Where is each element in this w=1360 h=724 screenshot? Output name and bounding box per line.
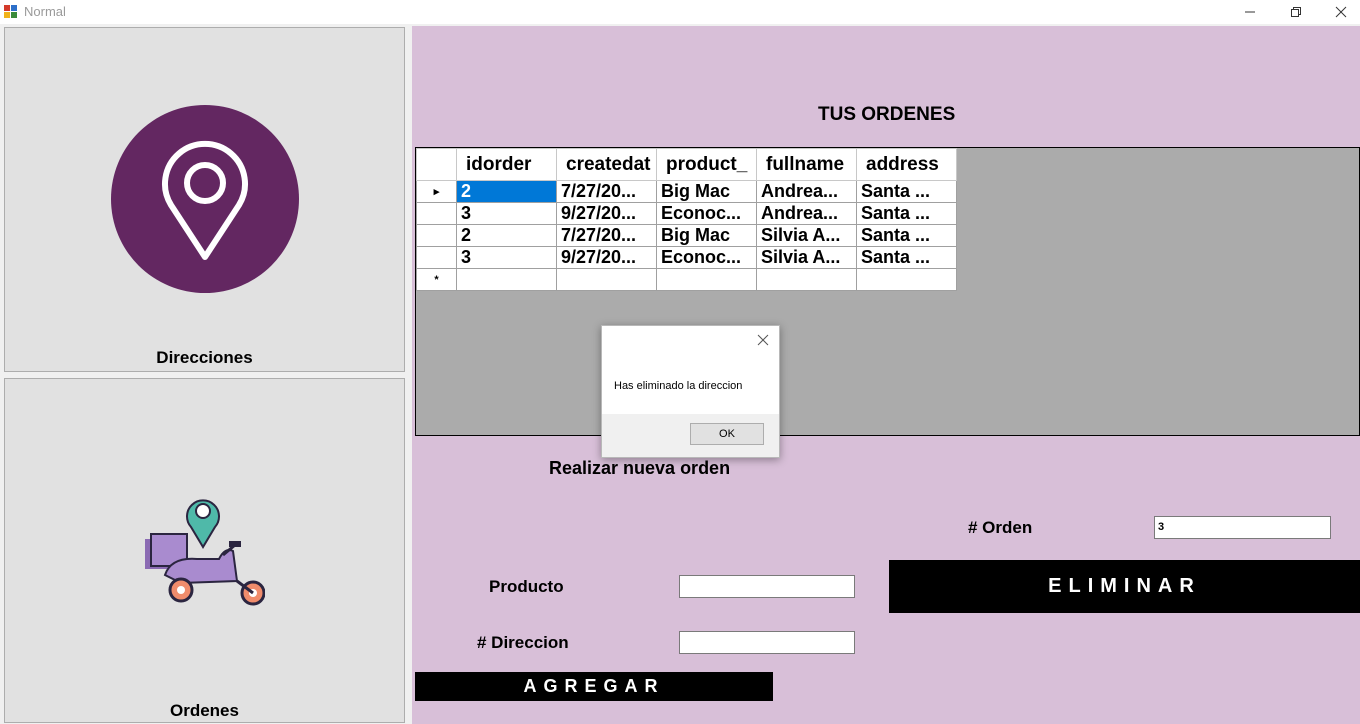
table-cell[interactable]: Andrea... xyxy=(756,202,857,225)
window-title: Normal xyxy=(24,4,66,19)
table-row[interactable]: 3 9/27/20... Econoc... Silvia A... Santa… xyxy=(416,246,957,269)
table-row[interactable]: 3 9/27/20... Econoc... Andrea... Santa .… xyxy=(416,202,957,225)
direcciones-button[interactable]: Direcciones xyxy=(4,27,405,372)
orders-grid[interactable]: idorder createdat product_ fullname addr… xyxy=(415,147,1360,436)
table-cell[interactable]: Santa ... xyxy=(856,180,957,203)
direccion-label: # Direccion xyxy=(477,633,569,652)
table-cell[interactable]: Econoc... xyxy=(656,246,757,269)
row-marker[interactable] xyxy=(416,202,457,225)
table-cell[interactable] xyxy=(656,268,757,291)
row-marker[interactable] xyxy=(416,246,457,269)
table-cell[interactable]: 2 xyxy=(456,180,557,203)
page-title: TUS ORDENES xyxy=(818,104,956,125)
producto-input[interactable] xyxy=(679,575,855,598)
table-cell[interactable]: Big Mac xyxy=(656,180,757,203)
column-header[interactable]: fullname xyxy=(756,148,857,181)
table-cell[interactable]: Santa ... xyxy=(856,246,957,269)
delivery-scooter-icon xyxy=(145,499,265,606)
minimize-icon xyxy=(1245,11,1255,13)
table-cell[interactable]: 7/27/20... xyxy=(556,180,657,203)
table-cell[interactable]: Santa ... xyxy=(856,224,957,247)
table-cell[interactable]: Santa ... xyxy=(856,202,957,225)
direccion-input[interactable] xyxy=(679,631,855,654)
orden-label: # Orden xyxy=(968,518,1033,537)
column-header[interactable]: idorder xyxy=(456,148,557,181)
new-row[interactable]: * xyxy=(416,268,957,291)
column-header[interactable]: createdat xyxy=(556,148,657,181)
minimize-button[interactable] xyxy=(1227,0,1273,24)
ordenes-button[interactable]: Ordenes xyxy=(4,378,405,723)
orden-input[interactable]: 3 xyxy=(1154,516,1331,539)
close-button[interactable] xyxy=(1318,0,1360,24)
dialog-footer: OK xyxy=(602,414,779,457)
close-icon[interactable] xyxy=(757,334,769,346)
table-row[interactable]: ▸ 2 7/27/20... Big Mac Andrea... Santa .… xyxy=(416,180,957,203)
app-icon xyxy=(4,5,17,18)
close-icon xyxy=(1335,6,1347,18)
table-cell[interactable] xyxy=(456,268,557,291)
ok-button[interactable]: OK xyxy=(690,423,764,445)
table-cell[interactable]: 9/27/20... xyxy=(556,246,657,269)
new-row-marker[interactable]: * xyxy=(416,268,457,291)
restore-icon xyxy=(1291,7,1301,17)
ordenes-label: Ordenes xyxy=(170,701,239,720)
table-row[interactable]: 2 7/27/20... Big Mac Silvia A... Santa .… xyxy=(416,224,957,247)
table-cell[interactable]: Silvia A... xyxy=(756,224,857,247)
column-header[interactable]: product_ xyxy=(656,148,757,181)
window-client: Direcciones Ordenes TUS ORDENES idorder … xyxy=(0,24,1360,724)
table-cell[interactable]: Andrea... xyxy=(756,180,857,203)
table-cell[interactable]: Silvia A... xyxy=(756,246,857,269)
table-cell[interactable] xyxy=(556,268,657,291)
orders-panel: TUS ORDENES idorder createdat product_ f… xyxy=(412,26,1360,724)
table-cell[interactable]: 2 xyxy=(456,224,557,247)
table-cell[interactable]: Econoc... xyxy=(656,202,757,225)
message-text: Has eliminado la direccion xyxy=(614,380,743,392)
eliminar-button[interactable]: ELIMINAR xyxy=(889,560,1360,613)
grid-header-row: idorder createdat product_ fullname addr… xyxy=(416,148,957,181)
table-cell[interactable]: Big Mac xyxy=(656,224,757,247)
table-cell[interactable]: 7/27/20... xyxy=(556,224,657,247)
table-cell[interactable]: 9/27/20... xyxy=(556,202,657,225)
new-order-heading: Realizar nueva orden xyxy=(549,458,731,478)
table-cell[interactable] xyxy=(756,268,857,291)
direcciones-label: Direcciones xyxy=(156,348,253,367)
location-pin-icon xyxy=(111,105,299,293)
restore-button[interactable] xyxy=(1273,0,1319,24)
title-bar: Normal xyxy=(0,0,1360,24)
message-dialog: Has eliminado la direccion OK xyxy=(601,325,780,458)
agregar-button[interactable]: AGREGAR xyxy=(415,672,773,701)
column-header[interactable]: address xyxy=(856,148,957,181)
table-cell[interactable]: 3 xyxy=(456,202,557,225)
table-cell[interactable]: 3 xyxy=(456,246,557,269)
orders-table: idorder createdat product_ fullname addr… xyxy=(416,148,957,291)
grid-corner xyxy=(416,148,457,181)
table-cell[interactable] xyxy=(856,268,957,291)
row-marker[interactable] xyxy=(416,224,457,247)
producto-label: Producto xyxy=(489,577,564,596)
row-marker[interactable]: ▸ xyxy=(416,180,457,203)
